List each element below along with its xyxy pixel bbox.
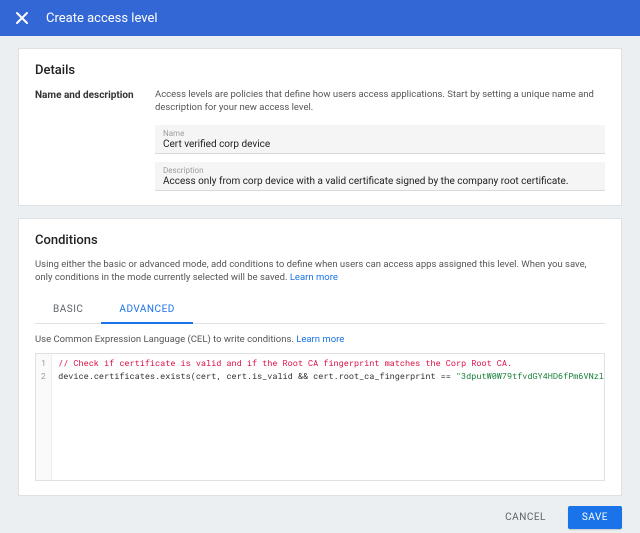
conditions-heading: Conditions [35,233,605,248]
description-field[interactable]: Description Access only from corp device… [155,162,605,191]
description-field-label: Description [163,166,597,175]
footer-actions: CANCEL SAVE [0,496,640,529]
details-row-label: Name and description [35,88,155,191]
conditions-card: Conditions Using either the basic or adv… [18,218,622,497]
cel-code-editor[interactable]: 1 2 // Check if certificate is valid and… [35,353,605,481]
details-heading: Details [35,63,605,78]
cancel-button[interactable]: CANCEL [491,506,560,529]
description-field-value: Access only from corp device with a vali… [163,176,597,187]
cel-blurb: Use Common Expression Language (CEL) to … [35,334,605,345]
close-icon[interactable] [12,8,32,28]
tab-basic[interactable]: BASIC [35,296,101,323]
details-blurb: Access levels are policies that define h… [155,88,605,115]
conditions-blurb: Using either the basic or advanced mode,… [35,258,605,285]
save-button[interactable]: SAVE [568,506,622,529]
name-field-value: Cert verified corp device [163,139,597,150]
app-header: Create access level [0,0,640,36]
tab-advanced[interactable]: ADVANCED [101,296,192,324]
learn-more-link[interactable]: Learn more [290,272,338,283]
page-title: Create access level [46,11,158,26]
code-gutter: 1 2 [36,354,52,480]
details-card: Details Name and description Access leve… [18,48,622,206]
name-field-label: Name [163,129,597,138]
code-body: // Check if certificate is valid and if … [52,354,604,480]
name-field[interactable]: Name Cert verified corp device [155,125,605,154]
mode-tabs: BASIC ADVANCED [35,296,605,324]
cel-learn-more-link[interactable]: Learn more [296,334,344,345]
